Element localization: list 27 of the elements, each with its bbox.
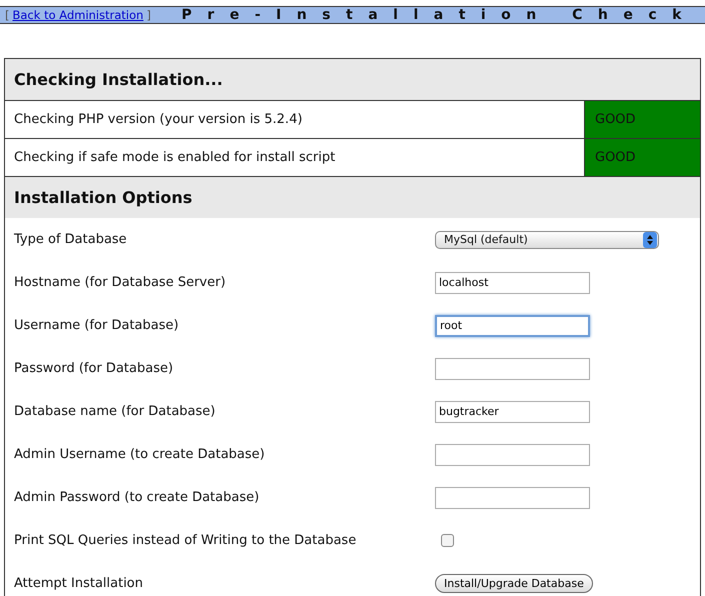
option-label: Admin Password (to create Database) — [13, 490, 260, 505]
input-field[interactable]: root — [435, 314, 590, 336]
checkbox[interactable] — [441, 534, 454, 547]
input-field[interactable] — [435, 358, 590, 380]
status-cell: GOOD — [585, 139, 700, 176]
option-label: Database name (for Database) — [13, 404, 216, 419]
page-title: Pre-Installation Check — [182, 7, 697, 23]
bracket: [ — [5, 8, 10, 22]
option-label: Print SQL Queries instead of Writing to the Database — [13, 533, 358, 548]
install-button[interactable]: Install/Upgrade Database — [435, 574, 593, 593]
input-field[interactable] — [435, 486, 590, 508]
option-label: Hostname (for Database Server) — [13, 275, 227, 290]
option-label: Attempt Installation — [13, 576, 144, 591]
option-label: Username (for Database) — [13, 318, 180, 333]
stepper-icon — [643, 232, 657, 248]
section-heading: Installation Options — [5, 176, 700, 218]
database-dropdown[interactable]: MySql (default) — [435, 230, 659, 248]
option-label: Type of Database — [13, 232, 128, 247]
bracket: ] — [146, 8, 151, 22]
section-heading: Checking Installation... — [5, 59, 700, 101]
back-link[interactable]: Back to Administration — [12, 8, 144, 22]
option-label: Admin Username (to create Database) — [13, 447, 266, 462]
input-field[interactable] — [435, 444, 590, 466]
input-field[interactable]: bugtracker — [435, 400, 590, 422]
status-cell: GOOD — [585, 101, 700, 138]
input-field[interactable]: localhost — [435, 272, 590, 294]
option-label: Password (for Database) — [13, 361, 174, 376]
